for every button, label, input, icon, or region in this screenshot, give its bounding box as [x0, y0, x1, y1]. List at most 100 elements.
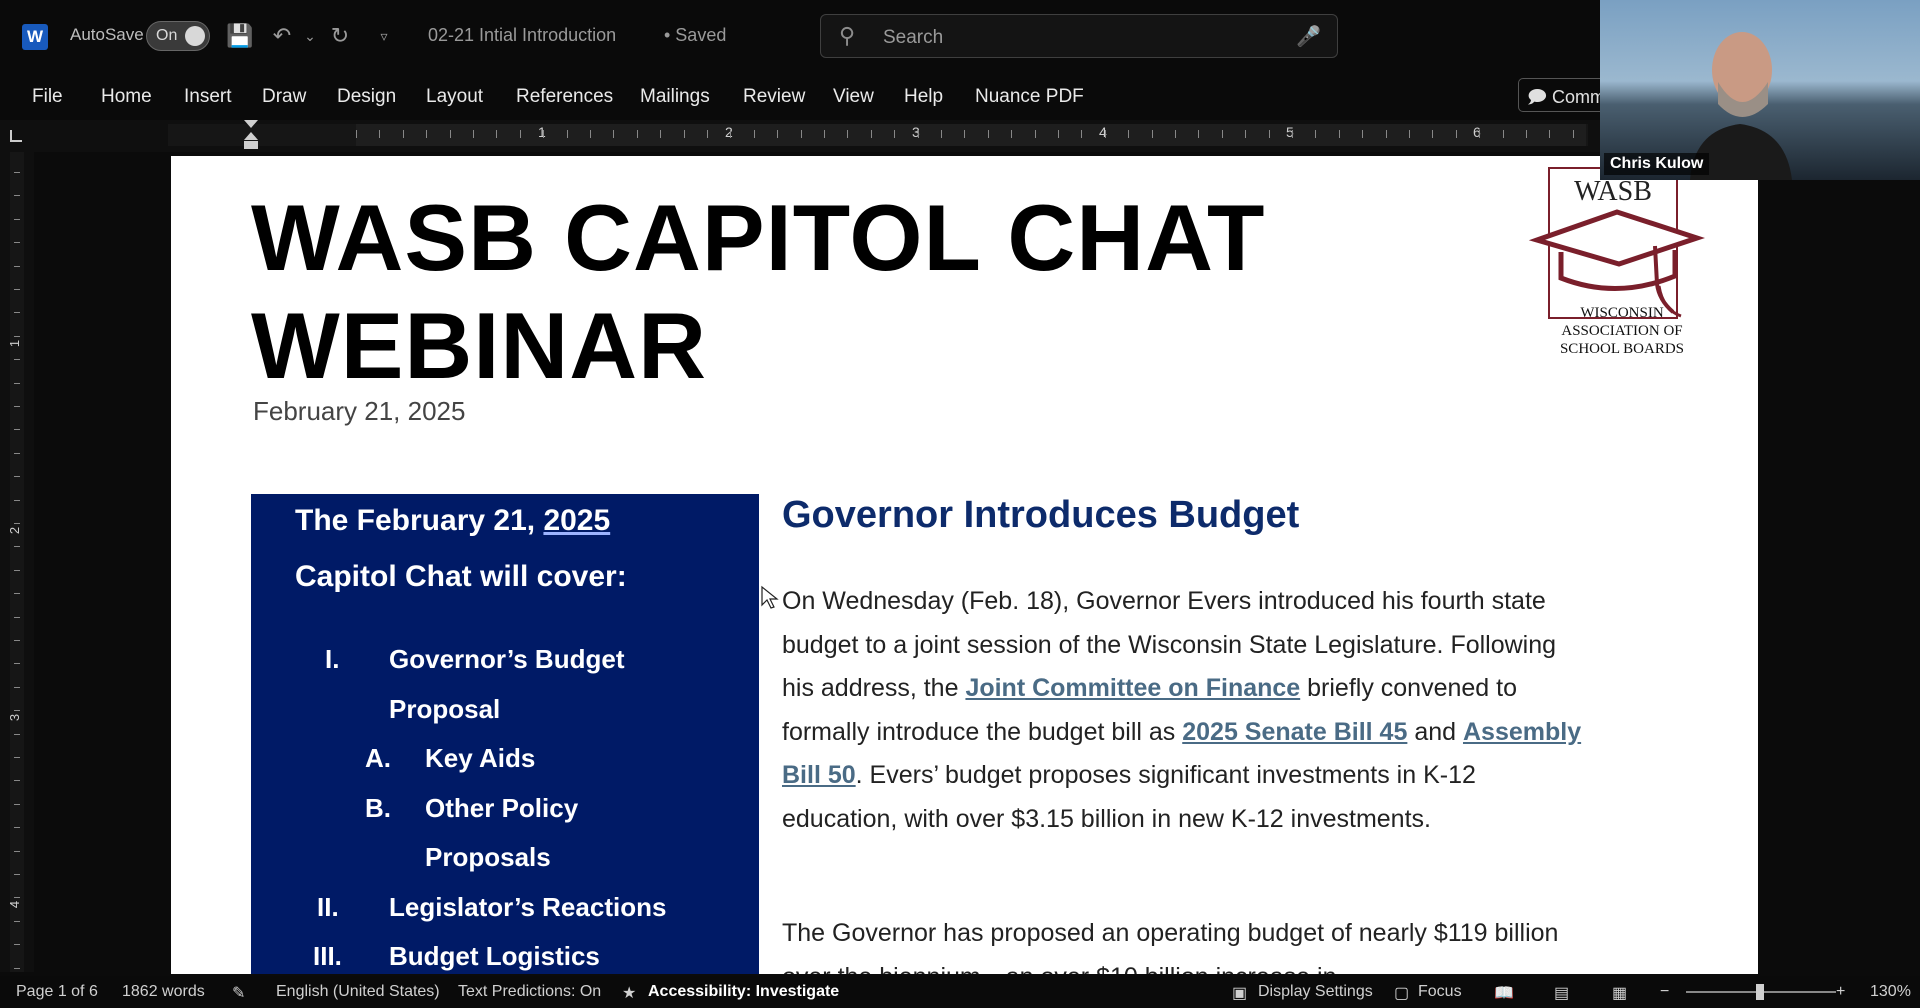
microphone-icon[interactable]: 🎤 [1296, 24, 1321, 49]
ruler-tick [14, 453, 20, 454]
ruler-tick [14, 593, 20, 594]
undo-dropdown-icon[interactable]: ⌄ [296, 22, 324, 50]
tab-design[interactable]: Design [337, 86, 396, 108]
ruler-tick [14, 172, 20, 173]
focus-button[interactable]: Focus [1418, 983, 1462, 1001]
ruler-tick [14, 780, 20, 781]
zoom-in-icon[interactable]: + [1836, 983, 1845, 1001]
ruler-tick [14, 968, 20, 969]
tab-file[interactable]: File [32, 86, 63, 108]
ruler-tick [1152, 130, 1153, 138]
undo-icon[interactable]: ↶ [268, 22, 296, 50]
text-predictions[interactable]: Text Predictions: On [458, 983, 601, 1001]
search-placeholder: Search [883, 27, 944, 48]
accessibility-icon: ★ [622, 985, 637, 1002]
customize-toolbar-icon[interactable]: ▿ [370, 22, 398, 50]
ruler-tick [14, 242, 20, 243]
ruler-tick [14, 874, 20, 875]
ruler-tick [14, 359, 20, 360]
ruler-tick [450, 130, 451, 138]
document-name[interactable]: 02-21 Intial Introduction [428, 25, 616, 46]
section-heading[interactable]: Governor Introduces Budget [782, 494, 1299, 537]
ruler-tick [1128, 130, 1129, 138]
ruler-tick [801, 130, 802, 138]
document-date[interactable]: February 21, 2025 [253, 396, 465, 427]
ruler-tick [1292, 130, 1293, 138]
tab-help[interactable]: Help [904, 86, 943, 108]
zoom-out-icon[interactable]: − [1660, 983, 1669, 1001]
ruler-tick [473, 130, 474, 138]
tab-mailings[interactable]: Mailings [640, 86, 710, 108]
language[interactable]: English (United States) [276, 983, 440, 1001]
joint-committee-link[interactable]: Joint Committee on Finance [965, 674, 1300, 702]
tab-home[interactable]: Home [101, 86, 152, 108]
ruler-tick [824, 130, 825, 138]
autosave-toggle[interactable]: On [146, 21, 210, 51]
tab-references[interactable]: References [516, 86, 613, 108]
ruler-tick [1386, 130, 1387, 138]
document-page[interactable]: WASB CAPITOL CHAT WEBINAR February 21, 2… [171, 156, 1758, 974]
tab-nuance-pdf[interactable]: Nuance PDF [975, 86, 1084, 108]
ruler-tick [684, 130, 685, 138]
agenda-box[interactable]: The February 21, 2025 Capitol Chat will … [251, 494, 759, 974]
ruler-tick [988, 130, 989, 138]
tab-review[interactable]: Review [743, 86, 805, 108]
redo-icon[interactable]: ↻ [326, 22, 354, 50]
ruler-tick [14, 289, 20, 290]
ruler-tick [14, 546, 20, 547]
document-title[interactable]: WASB CAPITOL CHAT WEBINAR [251, 184, 1265, 400]
indent-marker-icon[interactable] [244, 120, 258, 150]
ruler-tick [1058, 130, 1059, 138]
tab-draw[interactable]: Draw [262, 86, 306, 108]
agenda-marker: II. [317, 892, 339, 922]
display-settings-button[interactable]: Display Settings [1258, 983, 1373, 1001]
ruler-tick [1456, 130, 1457, 138]
horizontal-ruler[interactable]: 1 2 3 4 5 6 [0, 120, 1600, 152]
ruler-tick [14, 804, 20, 805]
tab-selector-icon[interactable] [10, 130, 22, 142]
ruler-tick [14, 827, 20, 828]
body-paragraph-1[interactable]: On Wednesday (Feb. 18), Governor Evers i… [782, 580, 1592, 841]
ruler-number: 1 [7, 339, 23, 348]
comments-button[interactable]: 🗩 Comments [1518, 78, 1608, 112]
ruler-tick [14, 921, 20, 922]
accessibility-status[interactable]: Accessibility: Investigate [648, 983, 839, 1001]
tab-insert[interactable]: Insert [184, 86, 232, 108]
zoom-slider-thumb[interactable] [1756, 984, 1764, 1000]
word-app-icon[interactable]: W [22, 24, 48, 50]
page-count[interactable]: Page 1 of 6 [16, 983, 98, 1001]
ruler-number: 2 [7, 526, 23, 535]
ruler-number: 4 [7, 900, 23, 909]
tab-view[interactable]: View [833, 86, 874, 108]
word-count[interactable]: 1862 words [122, 983, 205, 1001]
web-layout-icon[interactable]: ▦ [1612, 983, 1627, 1003]
body-paragraph-2[interactable]: The Governor has proposed an operating b… [782, 912, 1592, 974]
agenda-item: Budget Logistics [389, 941, 600, 971]
search-box[interactable]: ⚲ Search 🎤 [820, 14, 1338, 58]
save-icon[interactable]: 💾 [226, 22, 254, 50]
save-status[interactable]: • Saved [664, 25, 726, 46]
print-layout-icon[interactable]: ▤ [1554, 983, 1569, 1003]
proofing-icon[interactable]: ✎ [232, 983, 245, 1003]
logo-caption: WISCONSIN ASSOCIATION OF SCHOOL BOARDS [1547, 304, 1697, 358]
ruler-tick [14, 640, 20, 641]
ruler-tick [14, 195, 20, 196]
ruler-tick [14, 757, 20, 758]
vertical-ruler[interactable]: 1 2 3 4 [0, 152, 34, 972]
agenda-heading-line-2: Capitol Chat will cover: [295, 560, 627, 593]
senate-bill-link[interactable]: 2025 Senate Bill 45 [1182, 718, 1407, 746]
ruler-tick [403, 130, 404, 138]
ruler-tick [871, 130, 872, 138]
ruler-tick [1198, 130, 1199, 138]
ruler-tick [14, 500, 20, 501]
ruler-tick [1479, 130, 1480, 138]
zoom-level[interactable]: 130% [1870, 983, 1911, 1001]
read-mode-icon[interactable]: 📖 [1494, 983, 1514, 1003]
ruler-tick [894, 130, 895, 138]
ruler-number: 2 [725, 124, 733, 140]
ruler-tick [14, 336, 20, 337]
tab-layout[interactable]: Layout [426, 86, 483, 108]
autosave-label: AutoSave [70, 25, 144, 44]
ruler-tick [14, 663, 20, 664]
ruler-tick [964, 130, 965, 138]
